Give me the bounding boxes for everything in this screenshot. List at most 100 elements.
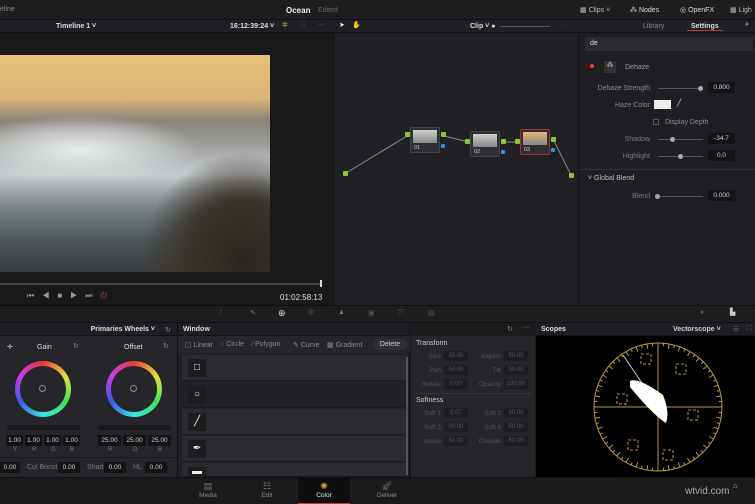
search-icon[interactable]: ⌕ xyxy=(745,21,749,29)
reset-icon[interactable]: ↻ xyxy=(165,326,171,334)
inside-field[interactable]: 50.00 xyxy=(444,436,468,446)
linear-window-button[interactable]: ▢ Linear xyxy=(185,341,213,349)
scrollbar[interactable] xyxy=(406,357,408,475)
col-boost-field[interactable]: 0.00 xyxy=(58,462,80,473)
window-row-linear[interactable]: □ xyxy=(182,355,407,381)
node-output[interactable] xyxy=(569,173,574,178)
node-editor[interactable]: 01 02 03 xyxy=(333,33,579,305)
scope-settings-icon[interactable]: ☰ xyxy=(733,325,739,333)
rotate-field[interactable]: 0.00 xyxy=(444,379,468,389)
soft2-field[interactable]: 50.00 xyxy=(504,408,528,418)
tracker-icon[interactable]: ◎ xyxy=(308,308,314,316)
page-media[interactable]: ▤Media xyxy=(178,478,238,504)
effect-toggle[interactable] xyxy=(585,63,595,69)
contrast-field[interactable]: 0.00 xyxy=(0,462,20,473)
timecode-display[interactable]: 16:12:39:24 ˅ xyxy=(230,23,274,30)
expand-icon[interactable]: ⛶ xyxy=(747,325,752,333)
stop-icon[interactable]: ■ xyxy=(57,291,70,300)
window-row-gradient[interactable]: ▬ xyxy=(182,463,407,477)
offset-b-field[interactable]: 25.00 xyxy=(148,435,171,446)
timeline-selector[interactable]: Timeline 1 ˅ xyxy=(56,23,96,30)
skip-start-icon[interactable]: ⏮ xyxy=(27,291,42,300)
shadow-slider[interactable] xyxy=(658,139,703,140)
window-icon[interactable]: ⊕ xyxy=(278,308,286,319)
haze-color-swatch[interactable] xyxy=(654,100,671,109)
step-back-icon[interactable]: ◀ xyxy=(42,291,57,300)
tab-settings[interactable]: Settings xyxy=(687,23,723,31)
gradient-window-button[interactable]: ▦ Gradient xyxy=(327,341,362,349)
pan-field[interactable]: 50.00 xyxy=(444,365,468,375)
display-depth-checkbox[interactable] xyxy=(653,119,659,125)
gain-wheel[interactable] xyxy=(15,361,71,417)
window-row-curve[interactable]: ✒ xyxy=(182,436,407,462)
node-zoom-slider[interactable] xyxy=(500,26,550,27)
dehaze-strength-slider[interactable] xyxy=(658,88,703,89)
page-color[interactable]: ✺Color xyxy=(298,478,350,504)
shadow-field[interactable]: -34.7 xyxy=(708,133,735,144)
global-blend-section[interactable]: ˅ Global Blend xyxy=(588,175,634,182)
more-options-icon[interactable]: ··· xyxy=(523,324,530,331)
reset-offset-icon[interactable]: ↻ xyxy=(163,342,169,350)
source-input[interactable] xyxy=(343,171,348,176)
more-options-icon[interactable]: ··· xyxy=(318,21,325,28)
highlight-slider[interactable] xyxy=(658,156,703,157)
offset-wheel[interactable] xyxy=(106,361,162,417)
gain-b-field[interactable]: 1.00 xyxy=(63,435,80,446)
curves-icon[interactable]: ⁄ xyxy=(220,309,221,316)
search-input[interactable]: de xyxy=(585,37,753,51)
wheels-mode-selector[interactable]: Primaries Wheels ˅ xyxy=(0,323,177,336)
qualifier-icon[interactable]: ✎ xyxy=(250,309,256,317)
highlights-field[interactable]: 0.00 xyxy=(145,462,167,473)
page-edit[interactable]: ☷Edit xyxy=(237,478,297,504)
gain-g-field[interactable]: 1.00 xyxy=(44,435,61,446)
size-field[interactable]: 50.00 xyxy=(444,351,468,361)
window-row-polygon[interactable]: ╱ xyxy=(182,409,407,435)
node-03[interactable]: 03 xyxy=(520,129,550,155)
polygon-window-button[interactable]: ⁄ Polygon xyxy=(252,341,280,348)
highlight-field[interactable]: 0.0 xyxy=(708,150,735,161)
playhead[interactable] xyxy=(320,280,322,287)
circle-window-button[interactable]: ○ Circle xyxy=(220,341,244,348)
picker-icon[interactable]: ✛ xyxy=(7,343,13,351)
more-options-icon[interactable]: ··· xyxy=(563,21,570,28)
sizing-icon[interactable]: ⤧ xyxy=(398,309,404,317)
hand-icon[interactable]: ✋ xyxy=(352,21,361,29)
gain-y-field[interactable]: 1.00 xyxy=(6,435,23,446)
pointer-icon[interactable]: ➤ xyxy=(339,21,345,29)
play-icon[interactable]: ▶ xyxy=(70,291,85,300)
page-deliver[interactable]: 🚀︎Deliver xyxy=(357,478,417,504)
nodes-button[interactable]: ⁂ Nodes xyxy=(630,6,659,14)
delete-button[interactable]: Delete xyxy=(373,339,407,350)
opacity-field[interactable]: 100.00 xyxy=(504,379,528,389)
soft4-field[interactable]: 50.00 xyxy=(504,422,528,432)
curve-window-button[interactable]: ✎ Curve xyxy=(293,341,320,349)
blur-icon[interactable]: ▲ xyxy=(338,309,345,316)
loop-icon[interactable]: ⏻ xyxy=(101,291,115,300)
skip-end-icon[interactable]: ⏭ xyxy=(85,291,100,300)
3d-icon[interactable]: ▤ xyxy=(428,309,435,317)
fullscreen-icon[interactable]: ⛶ xyxy=(300,21,305,29)
tab-library[interactable]: Library xyxy=(643,23,664,30)
window-row-circle[interactable]: ○ xyxy=(182,382,407,408)
soft3-field[interactable]: 50.00 xyxy=(444,422,468,432)
blend-slider[interactable] xyxy=(655,196,703,197)
openfx-button[interactable]: ◎ OpenFX xyxy=(680,6,714,14)
node-01[interactable]: 01 xyxy=(410,127,440,153)
shadows-field[interactable]: 0.00 xyxy=(104,462,126,473)
offset-g-field[interactable]: 25.00 xyxy=(123,435,146,446)
info-icon[interactable]: ● xyxy=(700,309,704,316)
offset-r-field[interactable]: 25.00 xyxy=(98,435,121,446)
dehaze-strength-field[interactable]: 0.800 xyxy=(708,82,735,93)
reset-gain-icon[interactable]: ↻ xyxy=(73,342,79,350)
gain-r-field[interactable]: 1.00 xyxy=(25,435,42,446)
highlight-icon[interactable]: ✲ xyxy=(282,21,288,29)
offset-master-dial[interactable] xyxy=(98,425,171,430)
scopes-toggle-icon[interactable]: ▙ xyxy=(730,308,735,316)
reset-icon[interactable]: ↻ xyxy=(507,325,513,333)
scrubber-bar[interactable] xyxy=(0,283,322,285)
node-02[interactable]: 02 xyxy=(470,131,500,157)
soft1-field[interactable]: 2.07 xyxy=(444,408,468,418)
blend-field[interactable]: 0.000 xyxy=(708,190,735,201)
clips-button[interactable]: ▦ Clips ˅ xyxy=(580,6,610,14)
home-icon[interactable]: ⌂ xyxy=(733,483,737,490)
